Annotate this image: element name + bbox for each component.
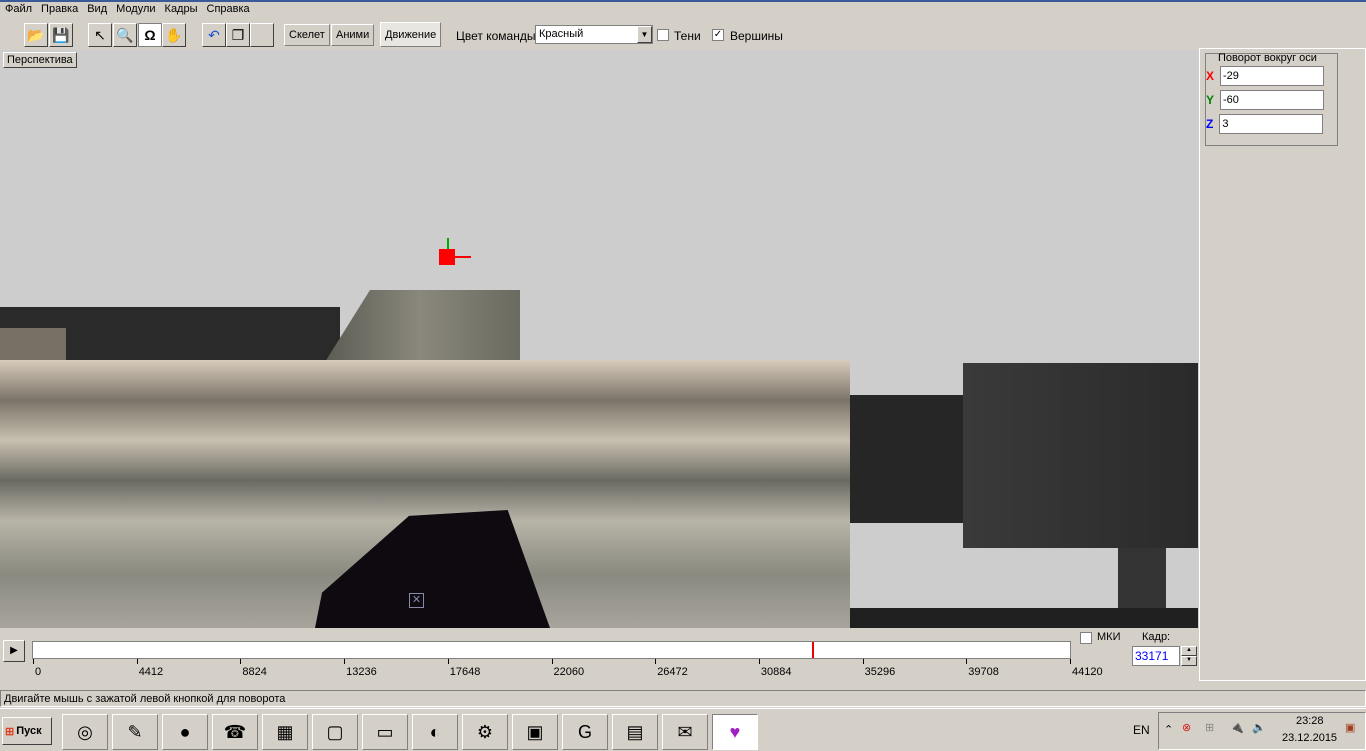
language-indicator[interactable]: EN [1133, 723, 1150, 737]
window-icon[interactable]: ▭ [362, 714, 408, 750]
timeline-tick [655, 659, 657, 664]
x-axis-label: X [1206, 69, 1215, 83]
timeline-tick-label: 30884 [760, 666, 792, 678]
mki-checkbox[interactable] [1080, 632, 1092, 644]
team-color-label: Цвет команды: [456, 29, 539, 43]
timeline-tick-label: 4412 [138, 666, 164, 678]
timeline-tick [447, 659, 449, 664]
timeline-tick [966, 659, 968, 664]
timeline-tick [1070, 659, 1071, 664]
timeline-tick-label: 26472 [657, 666, 688, 678]
z-axis-label: Z [1206, 117, 1214, 131]
menu-bar: Файл Правка Вид Модули Кадры Справка [5, 3, 250, 15]
show-desktop-icon[interactable]: ▣ [1345, 721, 1355, 734]
menu-modules[interactable]: Модули [116, 3, 155, 15]
box-icon[interactable]: ▣ [512, 714, 558, 750]
app-icon[interactable]: ● [162, 714, 208, 750]
tray-expand-icon[interactable]: ⌃ [1164, 723, 1173, 736]
timeline-tick [136, 659, 138, 664]
windows-logo-icon: ⊞ [5, 725, 15, 738]
active-app-icon[interactable]: ♥ [712, 714, 758, 750]
timeline-tick [862, 659, 864, 664]
frame-label: Кадр: [1142, 631, 1171, 643]
frame-app-icon[interactable]: ▤ [612, 714, 658, 750]
copy-icon[interactable]: ❐ [226, 23, 250, 47]
timeline-tick-label: 22060 [553, 666, 585, 678]
error-icon[interactable]: ⊗ [1182, 721, 1191, 734]
rotation-title: Поворот вокруг оси [1218, 52, 1317, 64]
zoom-icon[interactable]: 🔍 [113, 23, 137, 47]
blank-button[interactable] [250, 23, 274, 47]
clock-date[interactable]: 23.12.2015 [1282, 732, 1337, 744]
vertices-checkbox[interactable]: ✓ [712, 29, 724, 41]
rotation-x-input[interactable] [1220, 66, 1325, 86]
3d-viewport[interactable]: ✕ [0, 50, 1198, 628]
pan-hand-icon[interactable]: ✋ [162, 23, 186, 47]
timeline-tick [551, 659, 553, 664]
timeline-tick [240, 659, 242, 664]
blank-app-icon[interactable]: ▢ [312, 714, 358, 750]
chevron-down-icon: ▼ [637, 26, 652, 43]
timeline-cursor[interactable] [811, 642, 814, 658]
status-bar: Двигайте мышь с зажатой левой кнопкой дл… [0, 690, 1366, 707]
timeline-tick-label: 0 [35, 666, 42, 678]
frame-input[interactable] [1132, 646, 1180, 666]
tab-movement[interactable]: Движение [380, 22, 442, 47]
team-color-select[interactable]: Красный ▼ [535, 25, 653, 44]
menu-frames[interactable]: Кадры [165, 3, 198, 15]
mki-label: МКИ [1097, 631, 1121, 643]
shadows-checkbox[interactable] [657, 29, 669, 41]
vertices-label: Вершины [730, 29, 783, 43]
y-axis-label: Y [1206, 93, 1215, 107]
paint-icon[interactable]: ▦ [262, 714, 308, 750]
timeline-tick-label: 13236 [346, 666, 377, 678]
play-icon[interactable]: ▶ [3, 640, 25, 662]
rotation-panel: Поворот вокруг оси [1199, 48, 1366, 681]
tab-animations[interactable]: Аними [331, 24, 375, 46]
rotation-y-input[interactable] [1220, 90, 1325, 110]
chrome-icon[interactable]: ◎ [62, 714, 108, 750]
shadows-label: Тени [674, 29, 701, 43]
timeline-tick-label: 8824 [242, 666, 267, 678]
menu-file[interactable]: Файл [5, 3, 32, 15]
tab-skeleton[interactable]: Скелет [284, 24, 330, 46]
scroll-icon[interactable]: ✉ [662, 714, 708, 750]
vertex-marker-icon[interactable]: ✕ [409, 593, 424, 608]
timeline-tick-label: 39708 [968, 666, 999, 678]
undo-icon[interactable]: ↶ [202, 23, 226, 47]
title-accent [0, 0, 1366, 2]
rotate-icon[interactable]: Ω [138, 23, 162, 47]
perspective-button[interactable]: Перспектива [3, 52, 77, 68]
timeline-tick-label: 35296 [864, 666, 896, 678]
menu-help[interactable]: Справка [207, 3, 250, 15]
frame-down-icon[interactable]: ▼ [1181, 656, 1197, 666]
start-label: Пуск [16, 725, 42, 737]
clock-time[interactable]: 23:28 [1296, 715, 1324, 727]
steam-icon[interactable]: ⚙ [462, 714, 508, 750]
open-icon[interactable]: 📂 [24, 23, 48, 47]
timeline-tick [758, 659, 760, 664]
select-arrow-icon[interactable]: ↖ [88, 23, 112, 47]
timeline-tick-label: 44120 [1072, 666, 1103, 678]
timeline-tick-label: 17648 [449, 666, 481, 678]
frame-up-icon[interactable]: ▲ [1181, 646, 1197, 656]
windows-flag-icon[interactable]: ⊞ [1205, 721, 1214, 734]
menu-view[interactable]: Вид [87, 3, 107, 15]
menu-edit[interactable]: Правка [41, 3, 78, 15]
timeline-tick [33, 659, 34, 664]
save-icon[interactable]: 💾 [49, 23, 73, 47]
team-color-value: Красный [539, 28, 584, 40]
timeline-slider[interactable] [32, 641, 1071, 659]
start-button[interactable]: ⊞ Пуск [2, 717, 52, 745]
gizmo-icon[interactable] [439, 249, 455, 265]
rotation-z-input[interactable] [1219, 114, 1324, 134]
editor-icon[interactable]: ✎ [112, 714, 158, 750]
garena-icon[interactable]: G [562, 714, 608, 750]
app-red-icon[interactable]: ☎ [212, 714, 258, 750]
taskbar: ⊞ Пуск ◎ ✎ ● ☎ ▦ ▢ ▭ ◐ ⚙ ▣ G ▤ ✉ ♥ EN ⌃ ⊗… [0, 708, 1366, 751]
explorer-icon[interactable]: ◐ [412, 714, 458, 750]
volume-icon[interactable]: 🔈 [1252, 721, 1266, 734]
power-icon[interactable]: 🔌 [1230, 721, 1244, 734]
timeline-tick [344, 659, 346, 664]
